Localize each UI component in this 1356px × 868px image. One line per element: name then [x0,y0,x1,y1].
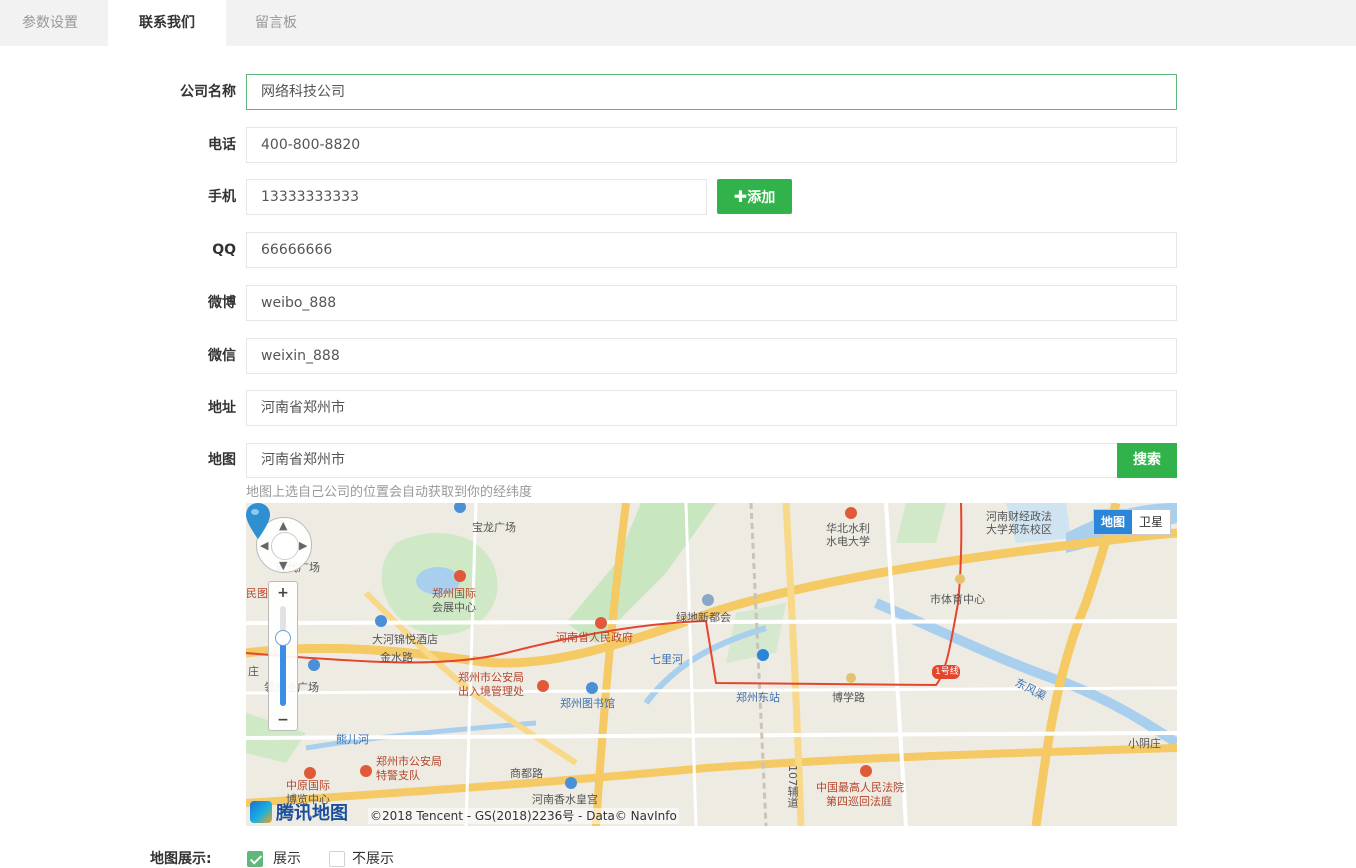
map-label-26: 小阴庄 [1128,737,1161,750]
zoom-out-button[interactable]: − [269,712,297,728]
pan-down-icon[interactable]: ▼ [279,560,287,572]
map-brand-logo: 腾讯地图 [250,800,348,824]
map-label-31: 商都路 [510,767,543,780]
tencent-map-icon [250,801,272,823]
qq-input[interactable]: 66666666 [246,232,1177,268]
company-label: 公司名称 [180,84,236,100]
weixin-label: 微信 [208,348,236,364]
map-label-9: 民图 [246,587,268,600]
map-label-4: 河南财经政法 [986,510,1052,523]
zoom-slider-handle[interactable] [275,630,291,646]
map-label-12: 大河锦悦酒店 [372,633,438,646]
display-hide-label: 不展示 [352,851,394,867]
map-search-button[interactable]: 搜索 [1117,443,1177,478]
map-type-satellite[interactable]: 卫星 [1132,510,1170,534]
map-label-34: 河南香水皇宫 [532,793,598,806]
map-label-17: 博学路 [832,691,865,704]
zoom-level-fill [280,638,286,706]
map-label-15: 七里河 [650,653,683,666]
map-label-28: 特警支队 [376,769,420,782]
map-copyright: ©2018 Tencent - GS(2018)2236号 - Data© Na… [368,808,679,824]
map-pan-center [271,532,299,560]
map-label-5: 大学郑东校区 [986,523,1052,536]
weixin-input[interactable]: weixin_888 [246,338,1177,374]
pan-up-icon[interactable]: ▲ [279,520,287,532]
tab-contact[interactable]: 联系我们 [108,0,226,46]
display-hide-checkbox[interactable] [329,851,345,867]
location-pin-icon[interactable] [246,503,270,539]
map-type-switch: 地图 卫星 [1092,509,1171,535]
map-label-23: 出入境管理处 [458,685,524,698]
add-button-label: 添加 [747,190,776,206]
map-label-16: 郑州东站 [736,691,780,704]
map-label-3: 水电大学 [826,535,870,548]
map-view[interactable]: 宝龙广场 华北水利 水电大学 河南财经政法 大学郑东校区 时代广场 郑州国际 会… [246,503,1177,826]
map-label-1: 宝龙广场 [472,521,516,534]
map-label-7: 郑州国际 [432,587,476,600]
weibo-input[interactable]: weibo_888 [246,285,1177,321]
pan-left-icon[interactable]: ◀ [260,540,268,552]
tab-params[interactable]: 参数设置 [0,0,100,46]
map-zoom-control: + − [268,581,298,731]
address-input[interactable]: 河南省郑州市 [246,390,1177,426]
map-label-20: 庄 [248,665,259,678]
map-label-8: 会展中心 [432,601,476,614]
tab-guestbook[interactable]: 留言板 [226,0,326,46]
address-label: 地址 [208,400,236,416]
display-show-label: 展示 [273,851,301,867]
map-label-2: 华北水利 [826,522,870,535]
map-label-33: 第四巡回法庭 [826,795,892,808]
map-label-32: 中国最高人民法院 [816,781,904,794]
plus-icon: ✚ [733,187,748,206]
map-type-map[interactable]: 地图 [1093,510,1132,534]
phone-input[interactable]: 400-800-8820 [246,127,1177,163]
map-search-input[interactable]: 河南省郑州市 [246,443,1119,478]
weibo-label: 微博 [208,295,236,311]
add-mobile-button[interactable]: ✚添加 [717,179,792,214]
phone-label: 电话 [208,137,236,153]
map-label-11: 市体育中心 [930,593,985,606]
company-name-input[interactable]: 网络科技公司 [246,74,1177,110]
map-label-25: 熊儿河 [336,733,369,746]
map-label-10: 绿地新都会 [676,611,731,624]
map-brand-name: 腾讯地图 [276,803,348,824]
mobile-input[interactable]: 13333333333 [246,179,707,215]
map-label-14: 金水路 [380,651,413,664]
map-label-18: 1号线 [935,667,959,677]
pan-right-icon[interactable]: ▶ [299,540,307,552]
tab-bar: 参数设置 联系我们 留言板 [0,0,1356,46]
map-label-13: 河南省人民政府 [556,631,633,644]
map-label-35: 107辅道 [786,765,799,808]
qq-label: QQ [212,242,236,258]
display-show-checkbox[interactable] [247,851,263,867]
zoom-in-button[interactable]: + [269,585,297,601]
map-display-label: 地图展示: [150,851,212,867]
mobile-label: 手机 [208,189,236,205]
map-label-22: 郑州市公安局 [458,671,524,684]
map-label-29: 中原国际 [286,779,330,792]
map-hint: 地图上选自己公司的位置会自动获取到你的经纬度 [246,485,533,500]
map-label: 地图 [208,452,236,468]
map-label-24: 郑州图书馆 [560,697,615,710]
map-label-27: 郑州市公安局 [376,755,442,768]
